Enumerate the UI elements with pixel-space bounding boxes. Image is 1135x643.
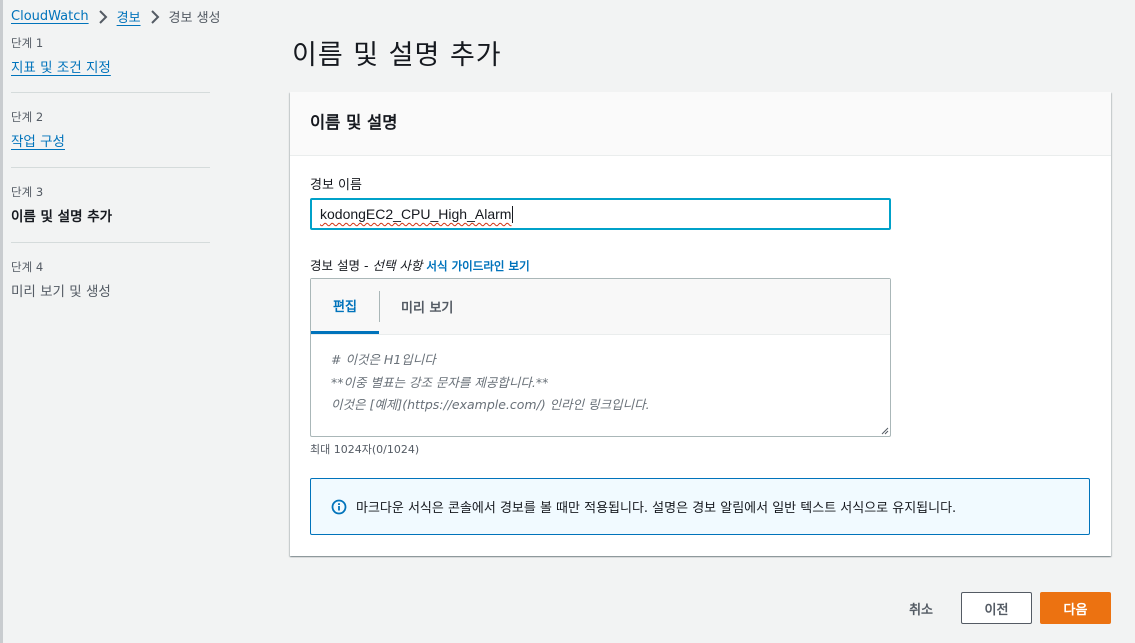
optional-text: 선택 사항	[372, 258, 423, 273]
window-edge	[0, 0, 3, 643]
container-title: 이름 및 설명	[310, 113, 398, 132]
step-number: 단계 2	[11, 110, 44, 124]
chevron-right-icon	[150, 9, 160, 24]
wizard-steps: 단계 1 지표 및 조건 지정 단계 2 작업 구성 단계 3 이름 및 설명 …	[11, 35, 210, 300]
description-label-text: 경보 설명 -	[310, 258, 373, 273]
character-count: 최대 1024자(0/1024)	[310, 443, 420, 456]
step-2: 단계 2 작업 구성	[11, 93, 210, 168]
step-1: 단계 1 지표 및 조건 지정	[11, 35, 210, 93]
info-alert: 마크다운 서식은 콘솔에서 경보를 볼 때만 적용됩니다. 설명은 경보 알림에…	[310, 478, 1090, 535]
placeholder-line: 이것은 [예제](https://example.com/) 인라인 링크입니다…	[331, 397, 650, 412]
step-link-configure-actions[interactable]: 작업 구성	[11, 130, 65, 150]
alarm-name-label: 경보 이름	[310, 178, 362, 193]
previous-button[interactable]: 이전	[961, 592, 1032, 624]
info-text: 마크다운 서식은 콘솔에서 경보를 볼 때만 적용됩니다. 설명은 경보 알림에…	[356, 501, 957, 516]
alarm-description-label: 경보 설명 - 선택 사항 서식 가이드라인 보기	[310, 255, 530, 274]
step-number: 단계 3	[11, 185, 44, 199]
placeholder-line: **이중 별표는 강조 문자를 제공합니다.**	[331, 374, 549, 390]
text-caret	[512, 205, 514, 223]
step-4: 단계 4 미리 보기 및 생성	[11, 243, 210, 300]
page-title: 이름 및 설명 추가	[292, 40, 502, 71]
format-guide-link[interactable]: 서식 가이드라인 보기	[426, 259, 529, 273]
step-number: 단계 1	[11, 36, 44, 50]
chevron-right-icon	[98, 9, 108, 24]
breadcrumb-current: 경보 생성	[168, 11, 221, 26]
description-textarea[interactable]: # 이것은 H1입니다 **이중 별표는 강조 문자를 제공합니다.** 이것은…	[311, 335, 890, 417]
editor-tabs: 편집 미리 보기	[311, 279, 890, 335]
step-current-add-name: 이름 및 설명 추가	[11, 209, 113, 225]
alarm-name-input[interactable]: kodongEC2_CPU_High_Alarm	[310, 198, 891, 230]
breadcrumb-alarms-link[interactable]: 경보	[117, 7, 141, 26]
container-header: 이름 및 설명	[290, 92, 1111, 156]
tab-preview[interactable]: 미리 보기	[380, 279, 474, 334]
tab-edit[interactable]: 편집	[311, 279, 379, 334]
wizard-footer: 취소 이전 다음	[909, 592, 1111, 624]
cancel-button[interactable]: 취소	[909, 599, 933, 618]
step-number: 단계 4	[11, 260, 44, 274]
breadcrumb: CloudWatch 경보 경보 생성	[11, 7, 221, 26]
name-description-container: 이름 및 설명 경보 이름 kodongEC2_CPU_High_Alarm 경…	[290, 92, 1111, 556]
info-icon	[331, 499, 347, 515]
step-link-specify-metric[interactable]: 지표 및 조건 지정	[11, 56, 111, 76]
step-preview-create: 미리 보기 및 생성	[11, 284, 111, 300]
placeholder-line: # 이것은 H1입니다	[331, 352, 436, 367]
description-editor: 편집 미리 보기 # 이것은 H1입니다 **이중 별표는 강조 문자를 제공합…	[310, 278, 891, 437]
alarm-name-value: kodongEC2_CPU_High_Alarm	[320, 206, 512, 222]
resize-handle-icon[interactable]	[881, 427, 889, 435]
breadcrumb-cloudwatch-link[interactable]: CloudWatch	[11, 9, 89, 24]
step-3: 단계 3 이름 및 설명 추가	[11, 168, 210, 243]
next-button[interactable]: 다음	[1040, 592, 1111, 624]
